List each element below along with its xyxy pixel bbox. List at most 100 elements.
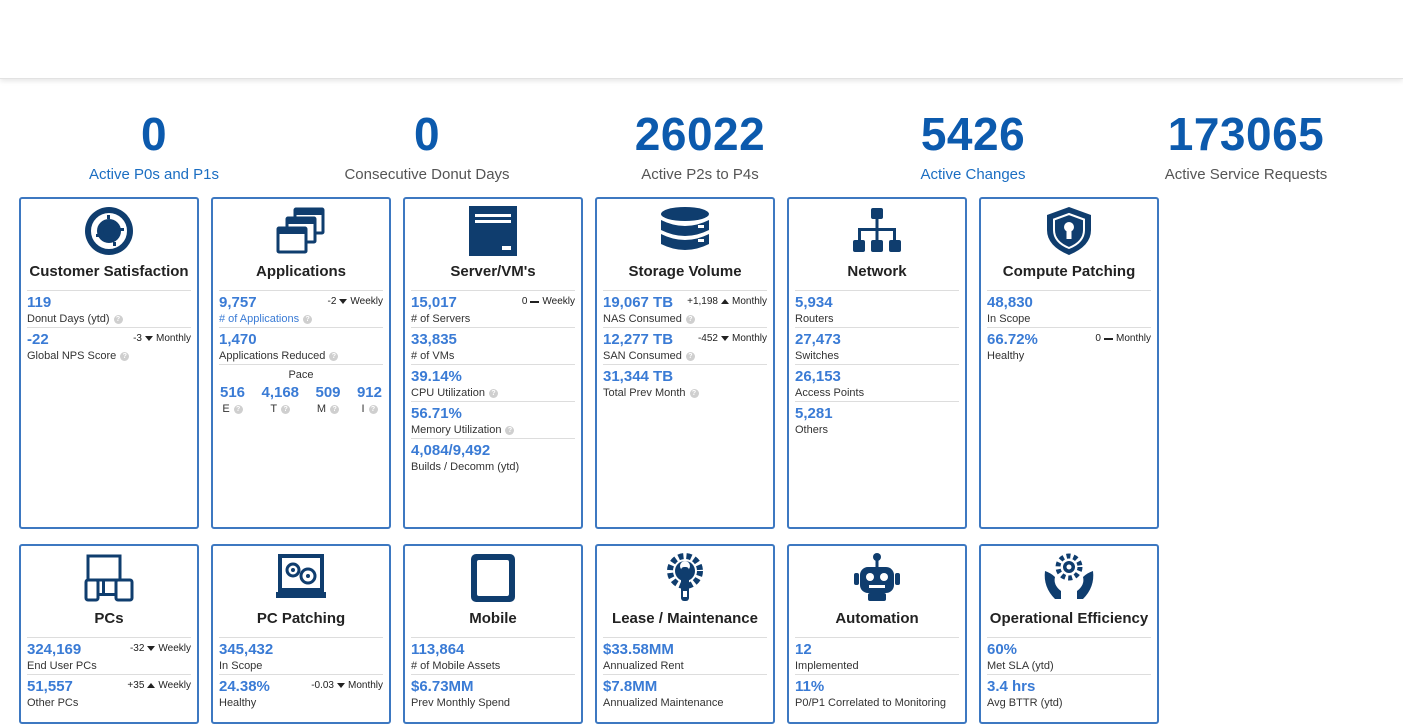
metric-value: 39.14% [411,368,462,385]
info-icon[interactable]: ? [329,351,339,361]
pace-value: 912 [356,384,382,401]
metric-label: Total Prev Month [603,387,686,399]
info-icon[interactable]: ? [113,314,123,324]
metric-value: 3.4 hrs [987,678,1036,695]
info-icon[interactable]: ? [685,314,695,324]
metric-row: $6.73MM Prev Monthly Spend [411,675,575,712]
metric-label: Global NPS Score [27,350,117,362]
card-title: Automation [835,610,919,627]
trend-indicator: -2 Weekly [327,296,383,307]
devices-icon [21,549,197,607]
kpi-label-link[interactable]: Active P0s and P1s [34,166,274,183]
card-customer-satisfaction[interactable]: Customer Satisfaction 119 Donut Days (yt… [19,197,199,529]
kpi-value: 26022 [634,108,766,160]
card-server-vms[interactable]: Server/VM's 15,017 # of Servers 0 Weekly … [403,197,583,529]
card-network[interactable]: Network 5,934 Routers 27,473 Switches 26… [787,197,967,529]
no-change-icon [530,300,540,303]
trend-indicator: +35 Weekly [127,680,191,691]
card-mobile[interactable]: Mobile 113,864 # of Mobile Assets $6.73M… [403,544,583,724]
kpi-value: 0 [140,108,168,160]
metric-value: 113,864 [411,641,465,658]
arrow-down-icon [720,336,729,341]
info-icon[interactable]: ? [685,351,695,361]
metric-value: 5,281 [795,405,833,422]
kpi-value: 173065 [1167,108,1325,160]
metric-value: $7.8MM [603,678,658,695]
trend-period: Monthly [731,296,767,307]
info-icon[interactable]: ? [505,425,515,435]
metric-label: SAN Consumed [603,350,682,362]
metric-row: 1,470 Applications Reduced? [219,328,383,365]
card-operational-efficiency[interactable]: Operational Efficiency 60% Met SLA (ytd)… [979,544,1159,724]
trend-indicator: -3 Monthly [133,333,191,344]
card-title: Storage Volume [628,263,742,280]
trend-indicator: 0 Weekly [522,296,575,307]
database-icon [597,202,773,260]
metric-row: 113,864 # of Mobile Assets [411,638,575,675]
arrow-down-icon [336,683,345,688]
kpi-active-p0-p1[interactable]: 0 Active P0s and P1s [34,108,274,183]
pace-value: 4,168 [261,384,300,401]
trend-indicator: +1,198 Monthly [687,296,767,307]
pace-label: I [361,403,365,415]
laptop-gears-icon [213,549,389,607]
pace-label: M [316,403,327,415]
metric-value: 345,432 [219,641,274,658]
card-title: Applications [255,263,346,280]
metric-value: 48,830 [987,294,1033,311]
metric-row: 26,153 Access Points [795,365,959,402]
metric-value: 4,084/9,492 [411,442,491,459]
metric-value: 56.71% [411,405,462,422]
metric-row: 12,277 TB SAN Consumed? -452 Monthly [603,328,767,365]
trend-value: -452 [697,333,718,344]
card-title: Mobile [469,610,517,627]
pace-item: 509 M? [315,384,340,416]
card-title: Lease / Maintenance [612,610,758,627]
pace-item: 4,168 T? [261,384,299,416]
metric-row: 11% P0/P1 Correlated to Monitoring [795,675,959,712]
info-icon[interactable]: ? [120,351,130,361]
kpi-label-link[interactable]: Active Changes [853,166,1093,183]
info-icon[interactable]: ? [303,314,313,324]
arrow-up-icon [147,683,156,688]
card-automation[interactable]: Automation 12 Implemented 11% P0/P1 Corr… [787,544,967,724]
pace-value: 509 [315,384,341,401]
metric-label: Other PCs [27,697,79,709]
metric-label: Healthy [219,697,257,709]
card-lease-maintenance[interactable]: Lease / Maintenance $33.58MM Annualized … [595,544,775,724]
kpi-label: Active P2s to P4s [641,166,759,183]
trend-period: Monthly [731,333,767,344]
trend-period: Weekly [542,296,575,307]
trend-indicator: 0 Monthly [1095,333,1151,344]
card-pc-patching[interactable]: PC Patching 345,432 In Scope 24.38% Heal… [211,544,391,724]
metric-row: 3.4 hrs Avg BTTR (ytd) [987,675,1151,712]
card-compute-patching[interactable]: Compute Patching 48,830 In Scope 66.72% … [979,197,1159,529]
pace-section: Pace 516 E? 4,168 T? 509 M? 912 I? [219,365,383,419]
arrow-up-icon [720,299,729,304]
metric-row: 324,169 End User PCs -32 Weekly [27,638,191,675]
metric-row: -22 Global NPS Score? -3 Monthly [27,328,191,365]
metric-label-link[interactable]: # of Applications [219,312,299,326]
donut-icon [21,202,197,260]
arrow-down-icon [147,646,156,651]
info-icon[interactable]: ? [281,404,291,414]
metric-label: Avg BTTR (ytd) [987,697,1063,709]
info-icon[interactable]: ? [330,404,340,414]
trend-value: -3 [133,333,142,344]
trend-value: -2 [327,296,337,307]
card-storage-volume[interactable]: Storage Volume 19,067 TB NAS Consumed? +… [595,197,775,529]
info-icon[interactable]: ? [368,404,378,414]
info-icon[interactable]: ? [488,388,498,398]
pace-label: E [222,403,230,415]
info-icon[interactable]: ? [233,404,243,414]
pace-item: 516 E? [220,384,245,416]
card-applications[interactable]: Applications 9,757 # of Applications? -2… [211,197,391,529]
card-pcs[interactable]: PCs 324,169 End User PCs -32 Weekly 51,55… [19,544,199,724]
metric-label: P0/P1 Correlated to Monitoring [795,697,947,709]
metric-label: Prev Monthly Spend [411,697,511,709]
metric-label: Builds / Decomm (ytd) [411,461,520,473]
metric-label: # of VMs [411,350,455,362]
kpi-active-changes[interactable]: 5426 Active Changes [853,108,1093,183]
metric-row: 27,473 Switches [795,328,959,365]
info-icon[interactable]: ? [689,388,699,398]
